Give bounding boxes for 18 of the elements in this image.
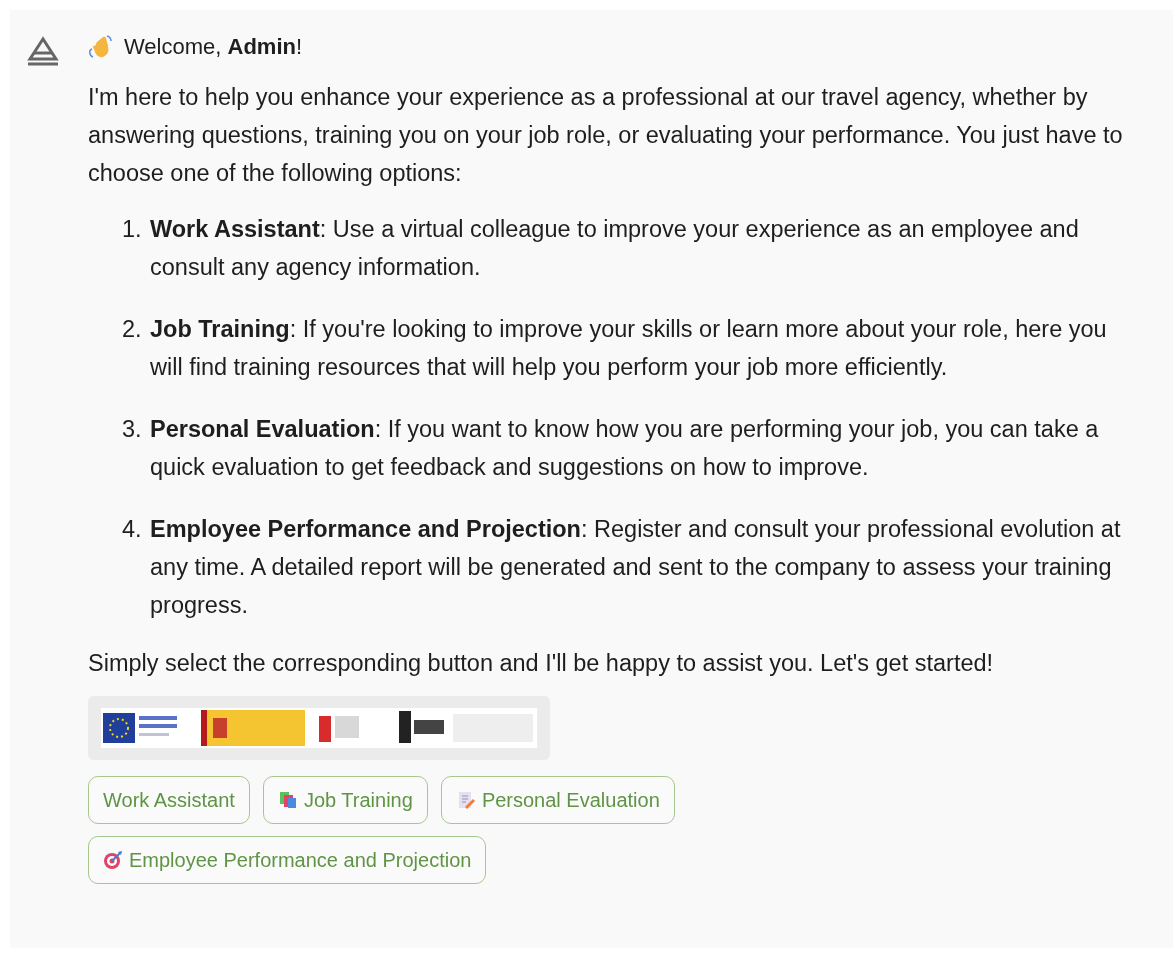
option-description: Personal Evaluation: If you want to know how you are performing your job, you can take a quick evaluation to get feedback and suggestions on how to improve. <box>150 415 1100 482</box>
list-number: 3. <box>122 415 143 444</box>
list-number: 4. <box>122 515 143 544</box>
intro-paragraph: I'm here to help you enhance your experience as a professional at our travel agency, whether by answering questions, training you on your job role, or evaluating your performance. You just have to choose one of the following options: <box>88 83 1124 188</box>
greeting-text: Welcome, Admin! <box>124 33 303 61</box>
option-description: Work Assistant: Use a virtual colleague to improve your experience as an employee and consult any agency information. <box>150 215 1080 282</box>
option-button[interactable]: Job Training <box>262 776 428 824</box>
option-button[interactable]: Personal Evaluation <box>440 776 675 824</box>
target-icon <box>103 850 123 870</box>
books-icon <box>277 790 298 810</box>
list-number: 1. <box>122 215 143 244</box>
option-button[interactable]: Employee Performance and Projection <box>88 836 487 884</box>
logo-icon <box>26 36 60 66</box>
option-description: Job Training: If you're looking to improve your skills or learn more about your role, here you will find training resources that will help you perform your job more efficiently. <box>150 315 1108 382</box>
list-number: 2. <box>122 315 143 344</box>
closing-paragraph: Simply select the corresponding button and I'll be happy to assist you. Let's get started! <box>88 649 995 678</box>
option-description: Employee Performance and Projection: Register and consult your professional evolution at any time. A detailed report will be generated and sent to the company to assess your training progress. <box>150 515 1122 620</box>
option-button[interactable]: Work Assistant <box>88 776 250 824</box>
